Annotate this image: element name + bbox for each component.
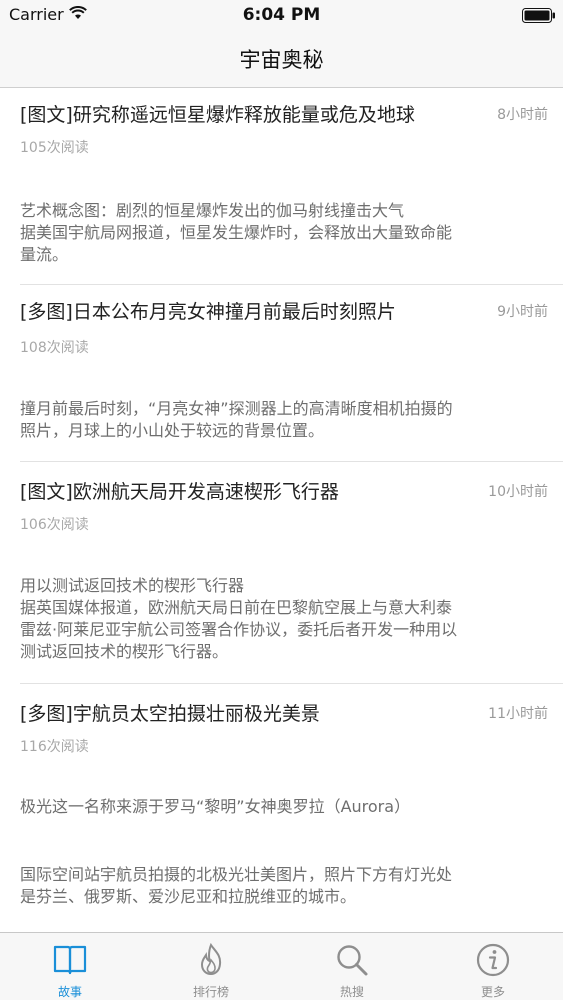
article-summary: 极光这一名称来源于罗马“黎明”女神奥罗拉（Aurora） <box>20 796 545 818</box>
summary-line: 据美国宇航局网报道，恒星发生爆炸时，会释放出大量致命能 <box>20 223 453 242</box>
tab-label: 热搜 <box>339 985 364 999</box>
summary-line: 国际空间站宇航员拍摄的北极光壮美图片，照片下方有灯光处 <box>20 865 453 884</box>
article-summary: 用以测试返回技术的楔形飞行器 据英国媒体报道，欧洲航天局日前在巴黎航空展上与意大… <box>20 575 545 663</box>
list-item[interactable]: [图文]欧洲航天局开发高速楔形飞行器 10小时前 106次阅读 用以测试返回技术… <box>0 462 563 684</box>
article-time: 9小时前 <box>497 304 548 320</box>
summary-line: 照片，月球上的小山处于较远的背景位置。 <box>20 421 325 440</box>
tab-label: 排行榜 <box>192 985 229 999</box>
page-title: 宇宙奥秘 <box>239 48 324 72</box>
article-read-count: 108次阅读 <box>20 340 89 356</box>
tab-more[interactable]: 更多 <box>423 933 563 1001</box>
list-item[interactable]: [多图]宇航员太空拍摄壮丽极光美景 11小时前 116次阅读 极光这一名称来源于… <box>0 684 563 932</box>
article-time: 10小时前 <box>488 484 548 500</box>
status-bar: Carrier 6:04 PM <box>0 0 563 30</box>
summary-line: 测试返回技术的楔形飞行器。 <box>20 642 229 661</box>
article-list[interactable]: [图文]研究称遥远恒星爆炸释放能量或危及地球 8小时前 105次阅读 艺术概念图… <box>0 89 563 932</box>
article-title: [多图]日本公布月亮女神撞月前最后时刻照片 <box>20 301 396 323</box>
article-read-count: 105次阅读 <box>20 140 89 156</box>
article-summary: 撞月前最后时刻，“月亮女神”探测器上的高清晰度相机拍摄的 照片，月球上的小山处于… <box>20 398 545 442</box>
summary-line: 撞月前最后时刻，“月亮女神”探测器上的高清晰度相机拍摄的 <box>20 399 453 418</box>
flame-icon <box>200 943 222 976</box>
tab-label: 更多 <box>480 985 505 999</box>
article-title: [多图]宇航员太空拍摄壮丽极光美景 <box>20 703 320 725</box>
article-summary: 艺术概念图：剧烈的恒星爆炸发出的伽马射线撞击大气 据美国宇航局网报道，恒星发生爆… <box>20 200 545 266</box>
list-item[interactable]: [图文]研究称遥远恒星爆炸释放能量或危及地球 8小时前 105次阅读 艺术概念图… <box>0 89 563 285</box>
summary-line: 据英国媒体报道，欧洲航天局日前在巴黎航空展上与意大利泰 <box>20 598 453 617</box>
article-title: [图文]研究称遥远恒星爆炸释放能量或危及地球 <box>20 104 415 126</box>
info-icon <box>476 943 510 977</box>
summary-line: 雷兹·阿莱尼亚宇航公司签署合作协议，委托后者开发一种用以 <box>20 620 458 639</box>
list-item[interactable]: [多图]日本公布月亮女神撞月前最后时刻照片 9小时前 108次阅读 撞月前最后时… <box>0 285 563 462</box>
article-read-count: 116次阅读 <box>20 739 89 755</box>
article-title: [图文]欧洲航天局开发高速楔形飞行器 <box>20 481 339 503</box>
navigation-bar: 宇宙奥秘 <box>0 30 563 88</box>
search-icon <box>337 945 368 976</box>
tab-ranking[interactable]: 排行榜 <box>141 933 281 1001</box>
tab-stories[interactable]: 故事 <box>0 933 140 1001</box>
summary-line: 量流。 <box>20 245 69 264</box>
article-read-count: 106次阅读 <box>20 517 89 533</box>
tab-trending-search[interactable]: 热搜 <box>282 933 422 1001</box>
clock-label: 6:04 PM <box>242 5 321 25</box>
summary-line: 是芬兰、俄罗斯、爱沙尼亚和拉脱维亚的城市。 <box>20 887 357 906</box>
article-summary: 国际空间站宇航员拍摄的北极光壮美图片，照片下方有灯光处 是芬兰、俄罗斯、爱沙尼亚… <box>20 864 545 908</box>
article-time: 11小时前 <box>488 706 548 722</box>
summary-line: 极光这一名称来源于罗马“黎明”女神奥罗拉（Aurora） <box>20 797 411 816</box>
tab-bar: 故事 排行榜 热搜 更多 <box>0 932 563 1000</box>
summary-line: 用以测试返回技术的楔形飞行器 <box>20 576 245 595</box>
battery-icon <box>522 8 555 23</box>
tab-label: 故事 <box>57 985 82 999</box>
book-icon <box>53 945 87 975</box>
summary-line: 艺术概念图：剧烈的恒星爆炸发出的伽马射线撞击大气 <box>20 201 405 220</box>
article-time: 8小时前 <box>497 107 548 123</box>
